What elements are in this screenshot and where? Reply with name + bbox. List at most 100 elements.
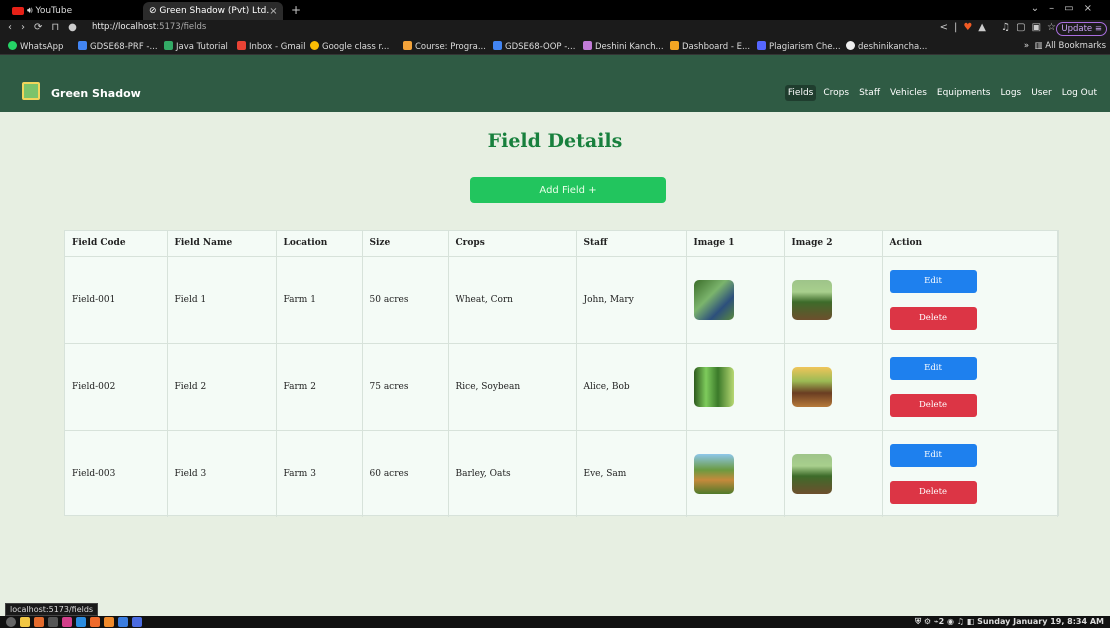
status-url-tooltip: localhost:5173/fields	[5, 603, 99, 616]
table-header-row: Field Code Field Name Location Size Crop…	[65, 231, 1058, 257]
field-image-2	[791, 279, 832, 320]
edit-button[interactable]: Edit	[889, 443, 977, 467]
bookmark-whatsapp[interactable]: WhatsApp	[8, 41, 63, 52]
cell-image-2	[784, 255, 883, 343]
header-size: Size	[362, 231, 449, 257]
nav-logout[interactable]: Log Out	[1059, 85, 1100, 101]
bookmark-dashboard[interactable]: Dashboard - E...	[670, 41, 750, 52]
cell-image-1	[686, 255, 785, 343]
app-navbar: Green Shadow Fields Crops Staff Vehicles…	[0, 55, 1110, 112]
field-image-1	[693, 279, 734, 320]
cell-field-name: Field 3	[167, 429, 277, 517]
bookmark-google-classroom[interactable]: Google class r...	[310, 41, 389, 52]
edit-button[interactable]: Edit	[889, 356, 977, 380]
bookmark-course[interactable]: Course: Progra...	[403, 41, 486, 52]
cell-staff: Alice, Bob	[576, 342, 687, 430]
nav-links: Fields Crops Staff Vehicles Equipments L…	[784, 85, 1100, 101]
fields-table-container: Field Code Field Name Location Size Crop…	[64, 230, 1059, 517]
window-controls[interactable]: ⌄–▭×	[1031, 3, 1102, 14]
tab-label: Green Shadow (Pvt) Ltd.	[159, 6, 270, 16]
delete-button[interactable]: Delete	[889, 480, 977, 504]
table-row: Field-002 Field 2 Farm 2 75 acres Rice, …	[65, 342, 1058, 430]
header-field-name: Field Name	[167, 231, 277, 257]
docs-icon	[78, 41, 87, 50]
header-image-1: Image 1	[686, 231, 785, 257]
nav-crops[interactable]: Crops	[820, 85, 852, 101]
app-icon[interactable]	[118, 617, 128, 627]
cell-action: Edit Delete	[882, 429, 1058, 517]
intellij-icon[interactable]	[62, 617, 72, 627]
nav-staff[interactable]: Staff	[856, 85, 883, 101]
brave-shield-icon: ♥	[963, 22, 979, 33]
delete-button[interactable]: Delete	[889, 393, 977, 417]
delete-button[interactable]: Delete	[889, 306, 977, 330]
files-icon[interactable]	[20, 617, 30, 627]
nav-user[interactable]: User	[1028, 85, 1055, 101]
add-field-button[interactable]: Add Field +	[470, 177, 666, 203]
edit-button[interactable]: Edit	[889, 269, 977, 293]
bookmark-github[interactable]: deshinikancha...	[846, 41, 927, 52]
cell-location: Farm 1	[276, 255, 363, 343]
address-bar-row: ‹›⟳⊓● http://localhost:5173/fields <|♥▲ …	[0, 20, 1110, 37]
taskbar-clock[interactable]: ⛨ ⚙ ⌁2 ◉ ♫ ◧ Sunday January 19, 8:34 AM	[915, 617, 1104, 627]
cell-field-code: Field-002	[65, 342, 168, 430]
cell-field-name: Field 2	[167, 342, 277, 430]
close-tab-icon[interactable]: ×	[269, 6, 277, 17]
menu-icon[interactable]	[6, 617, 16, 627]
bookmark-deshini[interactable]: Deshini Kanch...	[583, 41, 664, 52]
nav-fields[interactable]: Fields	[784, 85, 817, 101]
course-icon	[403, 41, 412, 50]
tab-youtube[interactable]: 🔊︎ YouTube	[6, 2, 136, 20]
cell-field-code: Field-003	[65, 429, 168, 517]
firefox-icon[interactable]	[34, 617, 44, 627]
terminal-icon[interactable]	[48, 617, 58, 627]
field-image-2	[791, 366, 832, 407]
address-bar[interactable]: http://localhost:5173/fields	[92, 22, 206, 32]
app-icon-2[interactable]	[132, 617, 142, 627]
cell-staff: Eve, Sam	[576, 429, 687, 517]
bookmark-gdse68-oop[interactable]: GDSE68-OOP -...	[493, 41, 575, 52]
update-button[interactable]: Update ≡	[1056, 22, 1107, 36]
clock-text: Sunday January 19, 8:34 AM	[977, 617, 1104, 626]
cell-location: Farm 3	[276, 429, 363, 517]
bookmark-java-tutorial[interactable]: Java Tutorial	[164, 41, 228, 52]
cell-image-2	[784, 429, 883, 517]
header-image-2: Image 2	[784, 231, 883, 257]
field-image-1	[693, 453, 734, 494]
cell-action: Edit Delete	[882, 342, 1058, 430]
taskbar-apps	[6, 617, 142, 627]
whatsapp-icon	[8, 41, 17, 50]
brave-icon-2[interactable]	[104, 617, 114, 627]
nav-logs[interactable]: Logs	[997, 85, 1024, 101]
cell-size: 60 acres	[362, 429, 449, 517]
cell-field-name: Field 1	[167, 255, 277, 343]
bookmark-gmail[interactable]: Inbox - Gmail	[237, 41, 306, 52]
header-field-code: Field Code	[65, 231, 168, 257]
dashboard-icon	[670, 41, 679, 50]
tab-label: YouTube	[35, 6, 73, 16]
vscode-icon[interactable]	[76, 617, 86, 627]
nav-equipments[interactable]: Equipments	[934, 85, 994, 101]
browser-toolbar-icons[interactable]: <|♥▲ ♫▢▣☆	[940, 22, 1062, 33]
tray-icons: ⛨ ⚙ ⌁2 ◉ ♫ ◧	[915, 617, 978, 626]
fields-table: Field Code Field Name Location Size Crop…	[65, 231, 1058, 517]
header-crops: Crops	[448, 231, 577, 257]
gmail-icon	[237, 41, 246, 50]
cell-image-1	[686, 429, 785, 517]
brave-icon[interactable]	[90, 617, 100, 627]
nav-buttons[interactable]: ‹›⟳⊓●	[8, 22, 86, 33]
bookmark-plagiarism[interactable]: Plagiarism Che...	[757, 41, 841, 52]
tab-green-shadow[interactable]: ⊘ Green Shadow (Pvt) Ltd. ×	[143, 2, 283, 20]
all-bookmarks[interactable]: » ▥ All Bookmarks	[1024, 41, 1106, 51]
cell-size: 50 acres	[362, 255, 449, 343]
github-icon	[846, 41, 855, 50]
browser-tab-bar: 🔊︎ YouTube ⊘ Green Shadow (Pvt) Ltd. × +…	[0, 0, 1110, 20]
nav-vehicles[interactable]: Vehicles	[887, 85, 930, 101]
field-image-2	[791, 453, 832, 494]
new-tab-button[interactable]: +	[291, 3, 301, 17]
cell-field-code: Field-001	[65, 255, 168, 343]
cell-action: Edit Delete	[882, 255, 1058, 343]
bookmark-gdse68-prf[interactable]: GDSE68-PRF -...	[78, 41, 158, 52]
logo-icon	[22, 82, 40, 100]
cell-location: Farm 2	[276, 342, 363, 430]
